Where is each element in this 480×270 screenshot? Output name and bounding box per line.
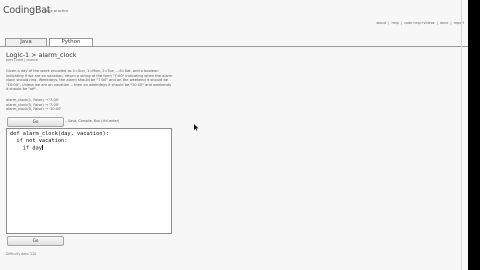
breadcrumb-chance[interactable]: chance (26, 58, 37, 62)
nav-separator: | (450, 21, 452, 25)
code-editor[interactable]: def alarm_clock(day, vacation): if not v… (6, 128, 172, 234)
code-line: if day (10, 145, 42, 152)
nav-separator: | (388, 21, 390, 25)
nav-link-code-help-videos[interactable]: code help+videos (404, 21, 434, 25)
breadcrumb-prev[interactable]: prev (6, 58, 13, 62)
breadcrumb-next[interactable]: next (16, 58, 23, 62)
code-line: def alarm_clock(day, vacation): (10, 131, 109, 137)
run-hint: ...Save, Compile, Run (ctrl-enter) (65, 119, 120, 123)
go-button[interactable]: Go (7, 117, 64, 127)
nav-link-report[interactable]: report (454, 21, 464, 25)
page: CodingBat code practice about | help | c… (0, 0, 468, 270)
example-line: alarm_clock(0, False) → '10:00' (6, 107, 62, 112)
logo-subtitle: code practice (44, 9, 69, 13)
text-cursor (41, 144, 43, 151)
example-line: alarm_clock(1, False) → '7:00' (6, 98, 60, 102)
tab-java[interactable]: Java (5, 38, 47, 46)
nav-link-done[interactable]: done (440, 21, 448, 25)
tab-python[interactable]: Python (49, 38, 93, 46)
nav-separator: | (400, 21, 403, 25)
nav-link-about[interactable]: about (376, 21, 386, 25)
go-button-bottom[interactable]: Go (7, 236, 64, 246)
top-navigation: about | help | code help+videos | done |… (375, 21, 464, 25)
nav-separator: | (436, 21, 438, 25)
problem-description: Given a day of the week encoded as 0=Sun… (6, 69, 173, 92)
breadcrumb: prev | next | chance (6, 58, 38, 62)
nav-link-help[interactable]: help (391, 21, 398, 25)
page-border (461, 0, 462, 270)
code-line: if not vacation: (10, 137, 68, 144)
footer-text: Difficulty dots: 220 (6, 252, 37, 256)
code-text[interactable]: def alarm_clock(day, vacation): if not v… (10, 131, 109, 152)
tab-divider (0, 46, 468, 47)
examples-list: alarm_clock(1, False) → '7:00' alarm_clo… (6, 98, 61, 112)
